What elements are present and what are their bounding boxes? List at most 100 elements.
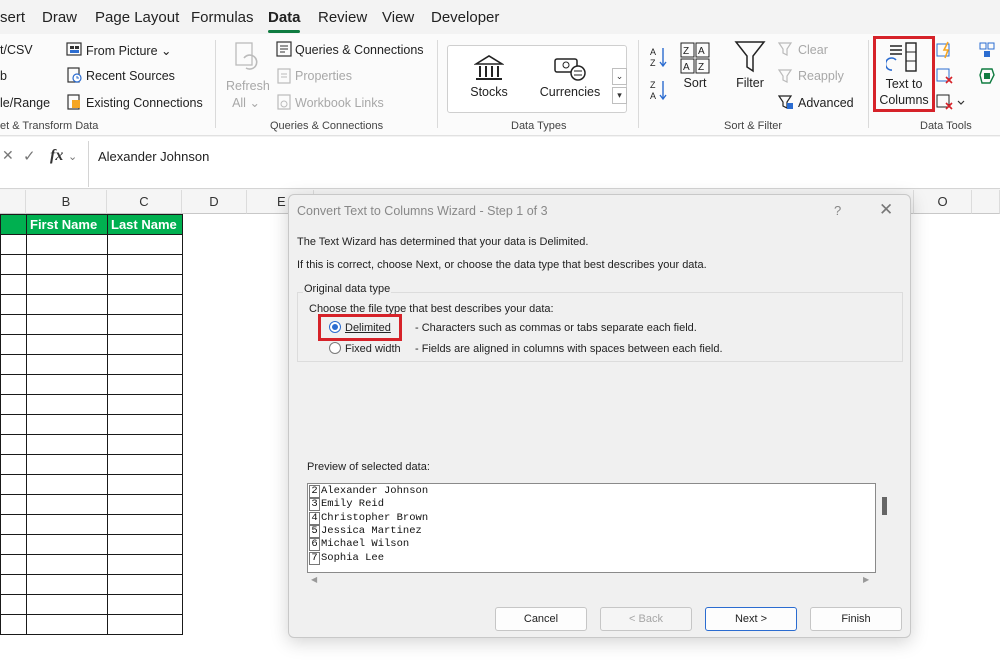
cell-a[interactable] — [0, 514, 27, 535]
cell-c[interactable] — [107, 454, 183, 475]
cell-b[interactable] — [26, 434, 108, 455]
col-header-a[interactable] — [0, 190, 26, 214]
cell-b[interactable] — [26, 234, 108, 255]
cancel-icon[interactable]: ✕ — [2, 147, 14, 164]
cell-a[interactable] — [0, 474, 27, 495]
back-button[interactable]: < Back — [600, 607, 692, 631]
cell-b[interactable] — [26, 274, 108, 295]
cell-b[interactable] — [26, 514, 108, 535]
tab-developer[interactable]: Developer — [431, 9, 499, 26]
cell-a[interactable] — [0, 354, 27, 375]
cell-b[interactable] — [26, 534, 108, 555]
formula-value[interactable]: Alexander Johnson — [98, 149, 209, 164]
sort-a-to-z-icon[interactable]: AZ — [650, 46, 668, 68]
stocks-button[interactable]: Stocks — [461, 85, 517, 99]
properties-button[interactable]: Properties — [295, 69, 352, 83]
sort-z-to-a-icon[interactable]: ZA — [650, 78, 668, 104]
data-preview-box[interactable]: 2 Alexander Johnson 3 Emily Reid 4 Christophe… — [307, 483, 876, 573]
cell-b[interactable] — [26, 294, 108, 315]
cell-b[interactable] — [26, 594, 108, 615]
col-header-b[interactable]: B — [26, 190, 107, 214]
finish-button[interactable]: Finish — [810, 607, 902, 631]
from-table-range-button[interactable]: le/Range — [0, 96, 50, 110]
cell-c[interactable] — [107, 574, 183, 595]
chevron-down-icon[interactable]: ⌄ — [68, 150, 77, 163]
reapply-button[interactable]: Reapply — [798, 69, 844, 83]
cell-a[interactable] — [0, 434, 27, 455]
from-picture-button[interactable]: From Picture ⌄ — [86, 43, 172, 58]
from-web-button[interactable]: b — [0, 69, 7, 83]
preview-horizontal-scrollbar[interactable]: ◀ ▶ — [307, 573, 876, 587]
cell-c[interactable] — [107, 474, 183, 495]
cell-c[interactable] — [107, 514, 183, 535]
from-text-csv-button[interactable]: t/CSV — [0, 43, 33, 57]
tab-view[interactable]: View — [382, 9, 414, 26]
clear-button[interactable]: Clear — [798, 43, 828, 57]
cell-a[interactable] — [0, 274, 27, 295]
gallery-scroll-down-button[interactable]: ⌄ — [612, 68, 627, 85]
cell-b[interactable] — [26, 334, 108, 355]
workbook-links-button[interactable]: Workbook Links — [295, 96, 384, 110]
cell-a[interactable] — [0, 454, 27, 475]
cell-a[interactable] — [0, 374, 27, 395]
tab-data[interactable]: Data — [268, 9, 301, 26]
cancel-button[interactable]: Cancel — [495, 607, 587, 631]
cell-b[interactable] — [26, 374, 108, 395]
cell-c[interactable] — [107, 554, 183, 575]
fixed-width-radio[interactable] — [329, 342, 341, 354]
cell-b[interactable] — [26, 614, 108, 635]
cell-a[interactable] — [0, 614, 27, 635]
relationships-icon[interactable] — [978, 67, 996, 85]
col-header-d[interactable]: D — [182, 190, 247, 214]
cell-a[interactable] — [0, 574, 27, 595]
cell-c[interactable] — [107, 374, 183, 395]
cell-a[interactable] — [0, 314, 27, 335]
next-button[interactable]: Next > — [705, 607, 797, 631]
close-icon[interactable]: ✕ — [879, 200, 893, 220]
cell-a[interactable] — [0, 334, 27, 355]
recent-sources-button[interactable]: Recent Sources — [86, 69, 175, 83]
scroll-left-icon[interactable]: ◀ — [311, 575, 317, 584]
tab-insert[interactable]: sert — [0, 9, 25, 26]
preview-vertical-scrollbar[interactable] — [877, 483, 895, 573]
cell-b[interactable] — [26, 414, 108, 435]
sort-button[interactable]: Sort — [676, 76, 714, 90]
cell-c[interactable] — [107, 494, 183, 515]
refresh-all-button[interactable]: All ⌄ — [226, 95, 266, 110]
header-last-name[interactable]: Last Name — [107, 214, 183, 235]
cell-c[interactable] — [107, 274, 183, 295]
cell-c[interactable] — [107, 294, 183, 315]
cell-a[interactable] — [0, 594, 27, 615]
help-icon[interactable]: ? — [834, 203, 841, 218]
tab-draw[interactable]: Draw — [42, 9, 77, 26]
tab-page-layout[interactable]: Page Layout — [95, 9, 179, 26]
cell-a[interactable] — [0, 394, 27, 415]
cell-c[interactable] — [107, 354, 183, 375]
cell-c[interactable] — [107, 234, 183, 255]
cell-c[interactable] — [107, 314, 183, 335]
filter-button[interactable]: Filter — [730, 76, 770, 90]
cell-a[interactable] — [0, 554, 27, 575]
cell-c[interactable] — [107, 414, 183, 435]
cell-b[interactable] — [26, 474, 108, 495]
cell-c[interactable] — [107, 434, 183, 455]
col-header-p[interactable] — [972, 190, 1000, 214]
formula-input-box[interactable] — [88, 141, 1000, 187]
advanced-button[interactable]: Advanced — [798, 96, 854, 110]
cell-b[interactable] — [26, 494, 108, 515]
cell-c[interactable] — [107, 254, 183, 275]
header-cell-a[interactable] — [0, 214, 27, 235]
cell-a[interactable] — [0, 254, 27, 275]
cell-c[interactable] — [107, 394, 183, 415]
cell-a[interactable] — [0, 494, 27, 515]
enter-icon[interactable]: ✓ — [23, 147, 36, 165]
fixed-width-label[interactable]: Fixed width — [345, 343, 401, 355]
flash-fill-icon[interactable] — [936, 41, 954, 59]
cell-a[interactable] — [0, 414, 27, 435]
cell-c[interactable] — [107, 614, 183, 635]
scrollbar-thumb[interactable] — [882, 497, 887, 515]
tab-formulas[interactable]: Formulas — [191, 9, 254, 26]
cell-a[interactable] — [0, 294, 27, 315]
cell-b[interactable] — [26, 314, 108, 335]
col-header-o[interactable]: O — [914, 190, 972, 214]
